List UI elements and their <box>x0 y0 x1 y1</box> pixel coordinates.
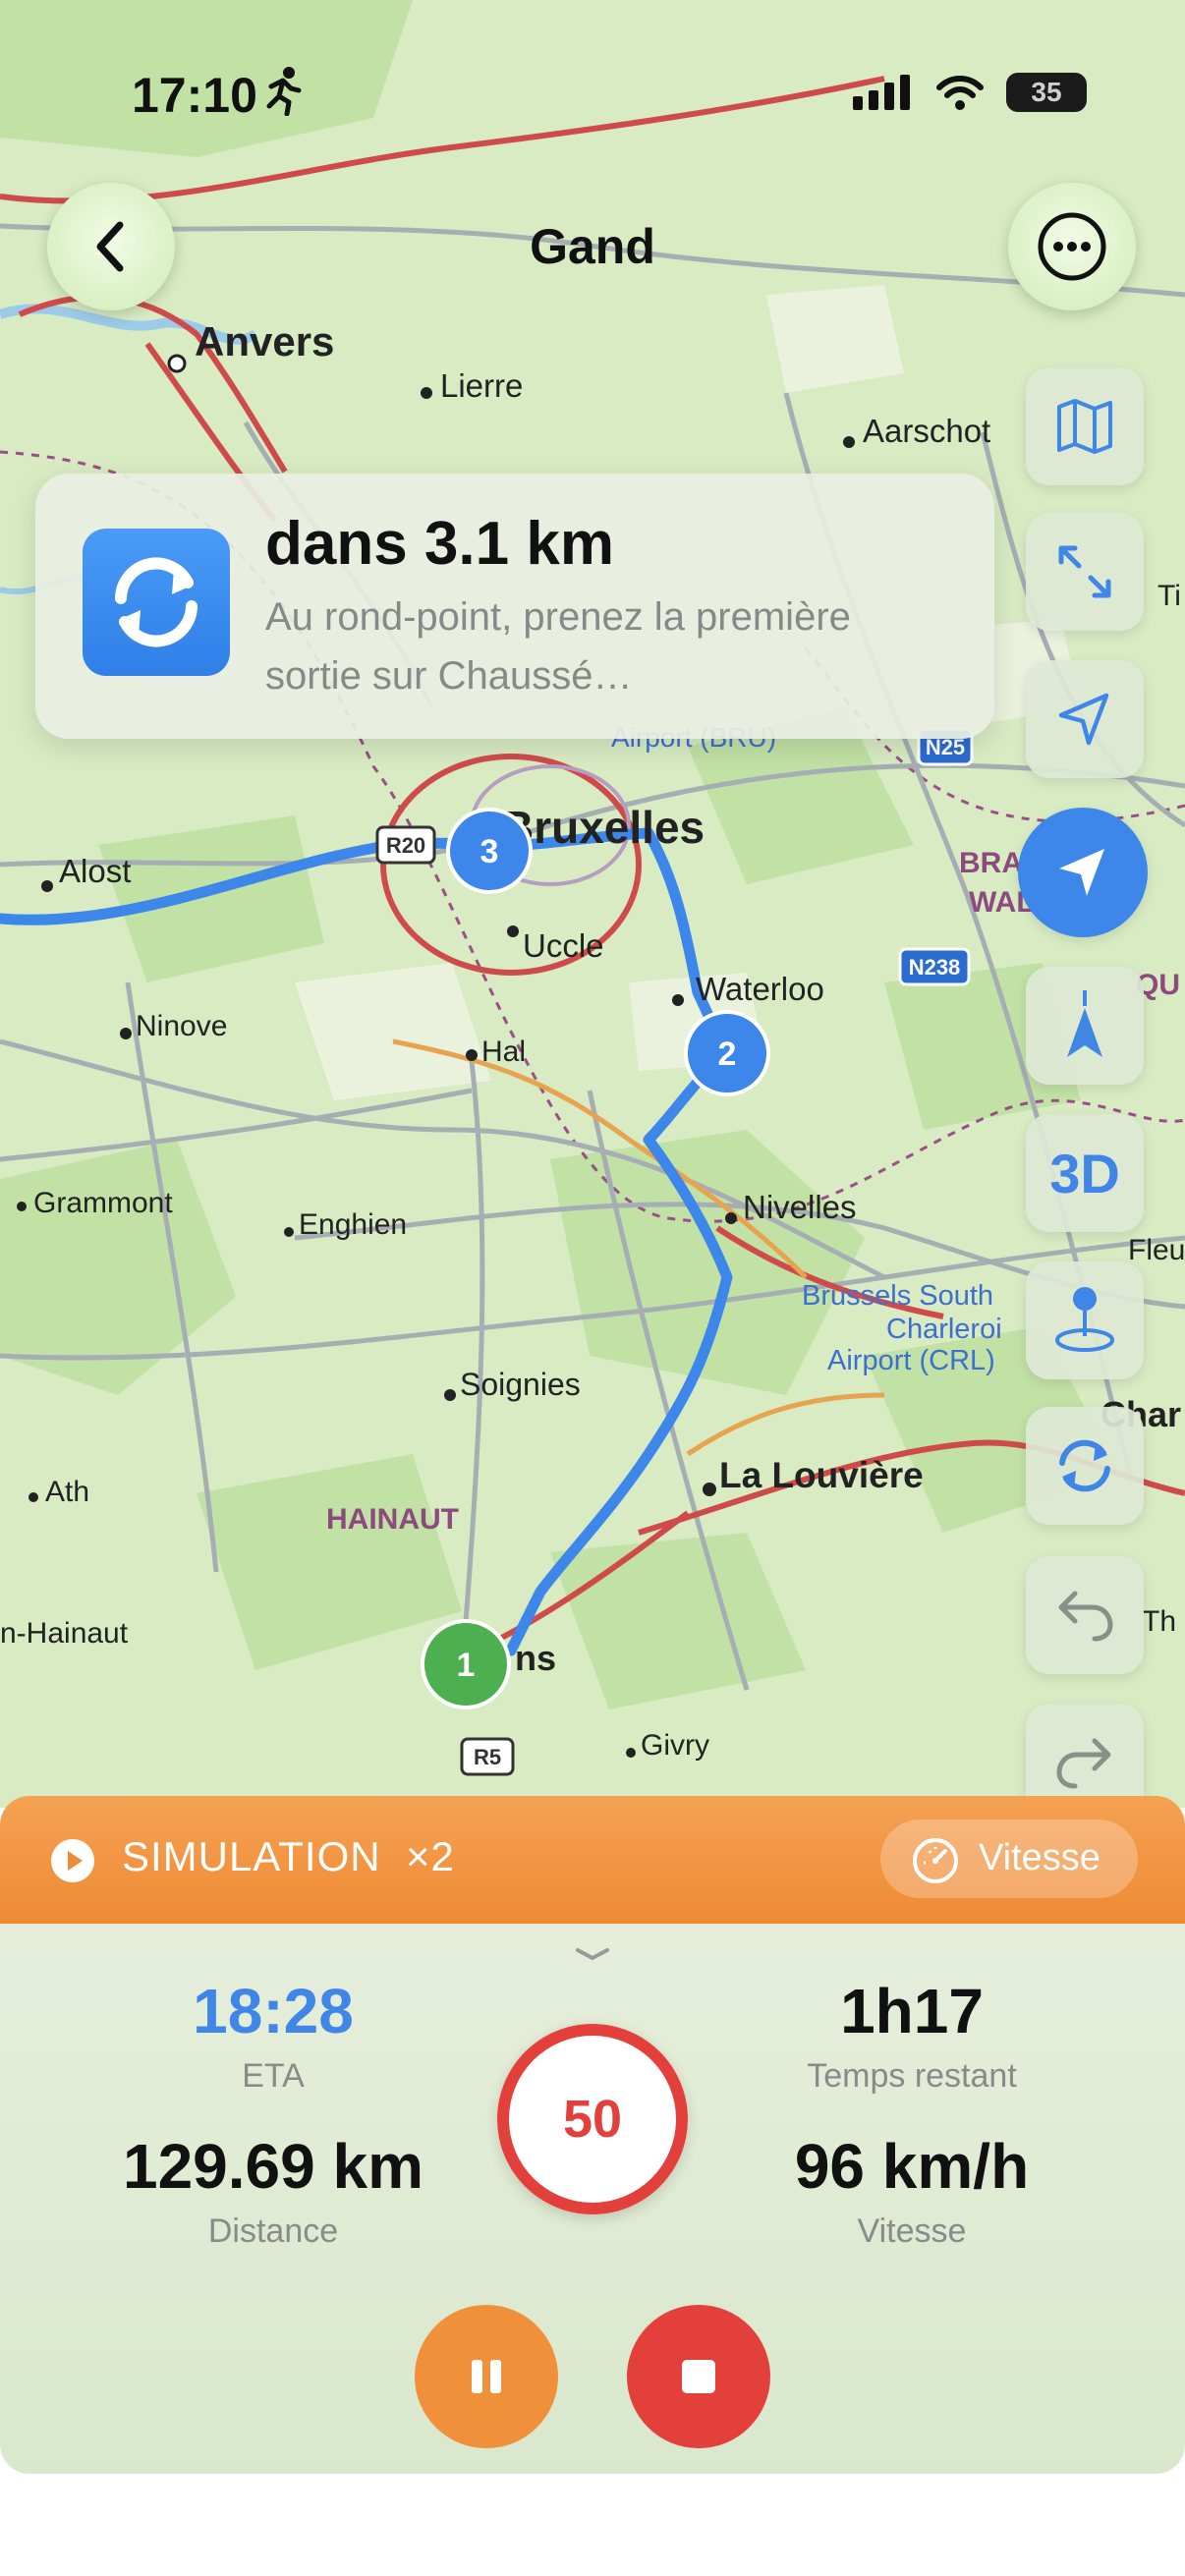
map-label: Enghien <box>299 1208 407 1241</box>
pause-icon <box>472 2360 501 2393</box>
eta-value: 18:28 <box>193 1976 354 2046</box>
drop-pin-button[interactable] <box>1026 1261 1144 1379</box>
map-label: Aarschot <box>863 413 990 449</box>
map-label: HAINAUT <box>326 1503 459 1536</box>
road-shield: N238 <box>909 955 961 980</box>
undo-button[interactable] <box>1026 1556 1144 1674</box>
simulation-multiplier: ×2 <box>405 1833 455 1879</box>
eta-label: ETA <box>242 2057 305 2095</box>
expand-icon <box>1058 545 1111 598</box>
map-label: Hal <box>481 1036 526 1068</box>
roundabout-icon <box>83 529 230 676</box>
remaining-time-label: Temps restant <box>807 2057 1017 2095</box>
undo-icon <box>1058 1591 1113 1642</box>
distance-label: Distance <box>207 2212 339 2250</box>
speed-settings-label: Vitesse <box>979 1837 1100 1878</box>
instruction-description: Au rond-point, prenez la première sortie… <box>265 595 851 698</box>
map-label: Fleu <box>1128 1234 1185 1266</box>
wifi-icon <box>936 76 984 110</box>
3d-label: 3D <box>1049 1142 1120 1204</box>
svg-text:2: 2 <box>718 1036 737 1073</box>
map-label: Uccle <box>523 927 604 964</box>
speed-limit-sign: 50 <box>497 2024 688 2214</box>
simulation-bar: SIMULATION ×2 Vitesse <box>0 1796 1185 1924</box>
instruction-distance: dans 3.1 km <box>265 510 614 578</box>
map-label: Alost <box>59 853 131 889</box>
map-label: Ti <box>1157 580 1181 612</box>
trip-stats: 18:28 ETA 1h17 Temps restant 50 129.69 k… <box>0 1924 1185 2474</box>
navigation-panel: SIMULATION ×2 Vitesse 18:28 ETA 1h17 Tem… <box>0 1796 1185 2474</box>
chevron-down-icon[interactable] <box>572 1945 613 1963</box>
svg-text:3: 3 <box>480 833 499 870</box>
road-shield: R20 <box>386 833 425 858</box>
speed-label: Vitesse <box>857 2212 967 2250</box>
road-shield: R5 <box>474 1745 501 1769</box>
follow-position-button[interactable] <box>1018 808 1148 937</box>
pin-icon <box>1055 1287 1114 1352</box>
map-icon <box>1057 399 1112 454</box>
svg-text:1: 1 <box>457 1647 476 1684</box>
redo-icon <box>1056 1738 1111 1789</box>
map-label: BRA <box>959 847 1023 879</box>
remaining-time-value: 1h17 <box>840 1976 984 2046</box>
compass-button[interactable] <box>1026 967 1144 1085</box>
map-label: Waterloo <box>696 971 824 1007</box>
compass-icon <box>1067 990 1102 1057</box>
toggle-3d-button[interactable]: 3D <box>1026 1114 1144 1232</box>
map-label: La Louvière <box>719 1455 924 1495</box>
start-marker-1[interactable]: 1 <box>421 1619 511 1709</box>
recenter-button[interactable] <box>1026 660 1144 778</box>
map-label: Grammont <box>33 1187 173 1219</box>
stop-icon <box>682 2360 715 2393</box>
simulation-label: SIMULATION ×2 <box>122 1833 455 1879</box>
battery-level: 35 <box>1031 77 1062 107</box>
signal-icon <box>853 75 910 110</box>
map-label: Ath <box>45 1476 89 1508</box>
map-label: Soignies <box>460 1367 581 1402</box>
map-label: Airport (CRL) <box>827 1345 995 1376</box>
speed-value: 96 km/h <box>794 2131 1030 2202</box>
rotate-icon <box>1059 1439 1110 1492</box>
reroute-button[interactable] <box>1026 1407 1144 1525</box>
map-label: Givry <box>641 1729 709 1762</box>
status-time: 17:10 <box>132 68 257 123</box>
battery-icon: 35 <box>1006 73 1087 112</box>
speedometer-icon <box>913 1838 958 1883</box>
more-icon <box>1038 212 1106 281</box>
map-label: Anvers <box>195 318 334 364</box>
map-label: Th <box>1142 1605 1176 1638</box>
waypoint-marker-2[interactable]: 2 <box>684 1010 770 1096</box>
map-style-button[interactable] <box>1026 367 1144 485</box>
activity-runner-icon <box>266 67 302 116</box>
pause-button[interactable] <box>415 2305 558 2448</box>
waypoint-marker-3[interactable]: 3 <box>446 808 533 894</box>
map-label: Brussels South <box>802 1280 993 1312</box>
navigation-instruction-card[interactable]: dans 3.1 km Au rond-point, prenez la pre… <box>35 474 994 739</box>
map-label: Charleroi <box>886 1314 1002 1345</box>
fit-route-button[interactable] <box>1026 513 1144 631</box>
play-icon <box>51 1839 94 1882</box>
speed-settings-button[interactable]: Vitesse <box>880 1820 1138 1898</box>
navigation-active-icon <box>1059 849 1104 896</box>
map-label: ns <box>515 1638 556 1678</box>
map-label: n-Hainaut <box>0 1617 129 1650</box>
distance-value: 129.69 km <box>122 2131 424 2202</box>
navigation-arrow-icon <box>1058 693 1109 746</box>
more-options-button[interactable] <box>1008 183 1136 310</box>
map-label: Ninove <box>136 1010 227 1042</box>
status-bar: 17:10 35 <box>0 59 1185 138</box>
stop-button[interactable] <box>627 2305 770 2448</box>
map-label: Nivelles <box>743 1189 857 1225</box>
map-label: Lierre <box>440 367 523 404</box>
